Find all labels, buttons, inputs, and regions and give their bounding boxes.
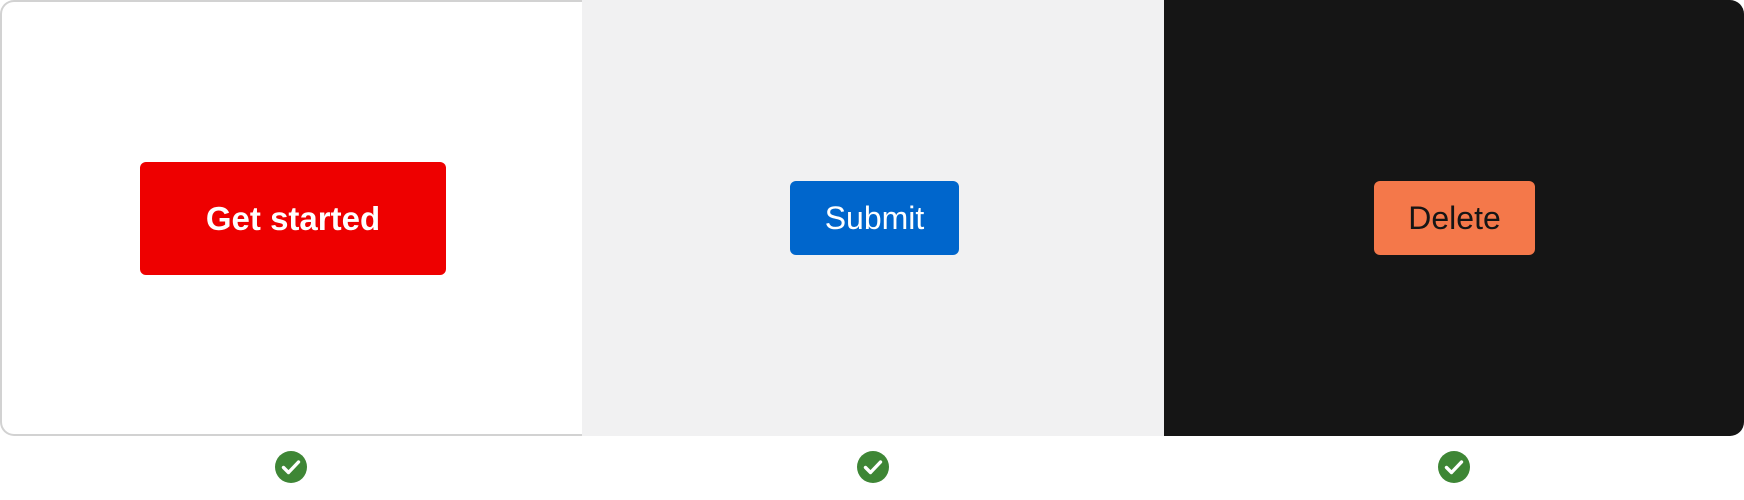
- check-circle-icon: [274, 450, 308, 484]
- check-circle-icon: [856, 450, 890, 484]
- dark-background-panel: Delete: [1164, 0, 1744, 436]
- light-background-panel: Get started: [0, 0, 582, 436]
- gray-background-panel: Submit: [582, 0, 1164, 436]
- check-circle-icon: [1437, 450, 1471, 484]
- submit-button[interactable]: Submit: [790, 181, 959, 255]
- button-examples-row: Get started Submit Delete: [0, 0, 1744, 436]
- delete-button[interactable]: Delete: [1374, 181, 1535, 255]
- get-started-button[interactable]: Get started: [140, 162, 446, 275]
